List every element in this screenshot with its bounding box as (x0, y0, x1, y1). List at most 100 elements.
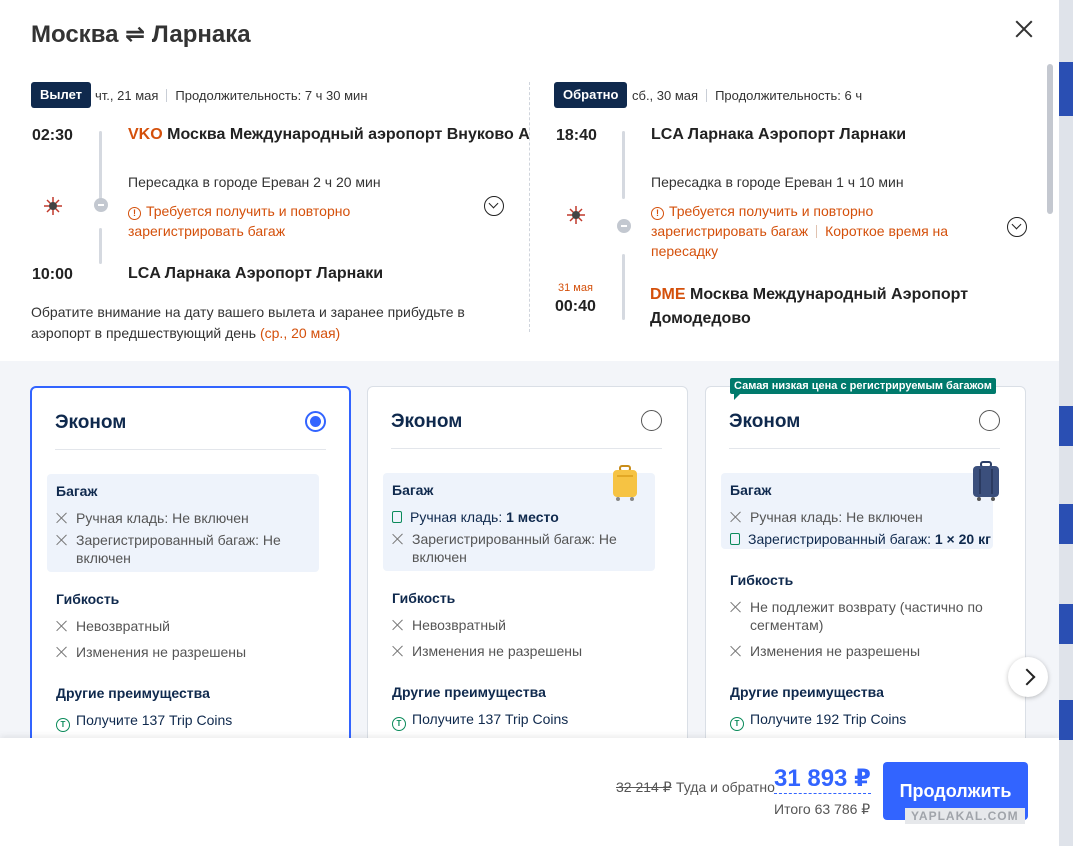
fare-name: Эконом (391, 411, 463, 432)
hand-luggage: Ручная кладь: Не включен (56, 509, 249, 527)
scrollbar[interactable] (1047, 64, 1053, 214)
warning-icon: ! (651, 207, 664, 220)
cross-icon (730, 511, 742, 523)
return-date: сб., 30 мая (632, 88, 699, 103)
outbound-warning: ! Требуется получить и повторно зарегистр… (128, 203, 351, 239)
coin-icon: T (392, 717, 406, 731)
outbound-transfer: Пересадка в городе Ереван 2 ч 20 мин (128, 174, 381, 190)
next-fares-button[interactable] (1008, 657, 1048, 697)
expand-segment-icon[interactable] (484, 196, 504, 216)
return-duration: Продолжительность: 6 ч (715, 88, 863, 103)
return-warning: ! Требуется получить и повторно зарегистр… (651, 203, 949, 259)
benefits-title: Другие преимущества (730, 684, 884, 700)
modal-title: Москва ⇌ Ларнака (31, 21, 251, 48)
checked-baggage: Зарегистрированный багаж: 1 × 20 кг (730, 530, 991, 548)
background-tab (1059, 504, 1073, 544)
return-dep-time: 18:40 (556, 127, 597, 144)
fare-radio[interactable] (979, 410, 1000, 431)
outbound-tag: Вылет (31, 82, 92, 108)
route-line (99, 228, 102, 264)
baggage-title: Багаж (730, 482, 772, 498)
fare-name: Эконом (729, 411, 801, 432)
close-icon[interactable] (1011, 16, 1037, 42)
checked-baggage: Зарегистрированный багаж: Не включен (392, 530, 617, 566)
hand-luggage: Ручная кладь: Не включен (730, 508, 923, 526)
flight-details-modal: Москва ⇌ Ларнака Вылет чт., 21 мая Продол… (0, 0, 1059, 846)
outbound-meta: чт., 21 мая Продолжительность: 7 ч 30 мин (95, 88, 368, 103)
bag-icon (730, 533, 740, 545)
price[interactable]: 31 893 ₽ (774, 765, 871, 794)
divider (529, 82, 530, 332)
divider (729, 448, 1000, 449)
bag-icon (392, 511, 402, 523)
return-arr-date: 31 мая (558, 282, 593, 294)
change-policy: Изменения не разрешены (392, 642, 582, 660)
checked-suitcase-icon (973, 461, 999, 501)
flexibility-title: Гибкость (730, 572, 794, 588)
outbound-dep-code: VKO (128, 126, 163, 143)
fare-name: Эконом (55, 412, 127, 433)
background-tab (1059, 700, 1073, 740)
fare-card-3[interactable]: Эконом Багаж Ручная кладь: Не включен За… (705, 386, 1026, 766)
expand-segment-icon[interactable] (1007, 217, 1027, 237)
stop-icon (617, 219, 631, 233)
old-price: 32 214 ₽ (616, 779, 672, 795)
trip-coins: T Получите 137 Trip Coins (392, 710, 568, 731)
benefits-title: Другие преимущества (56, 685, 210, 701)
change-policy: Изменения не разрешены (56, 643, 246, 661)
refund-policy: Невозвратный (392, 616, 506, 634)
cross-icon (56, 620, 68, 632)
outbound-dep-airport: Москва Международный аэропорт Внуково А (167, 126, 530, 143)
return-arr-time: 00:40 (555, 298, 596, 315)
cross-icon (392, 533, 404, 545)
checked-baggage: Зарегистрированный багаж: Не включен (56, 531, 281, 567)
return-meta: сб., 30 мая Продолжительность: 6 ч (632, 88, 862, 103)
total-price: Итого 63 786 ₽ (774, 801, 871, 817)
lowest-price-badge: Самая низкая цена с регистрируемым багаж… (730, 378, 996, 400)
coin-icon: T (730, 717, 744, 731)
return-arr-code: DME (650, 286, 686, 303)
divider (391, 448, 662, 449)
warning-icon: ! (128, 207, 141, 220)
flexibility-title: Гибкость (56, 591, 120, 607)
fare-radio[interactable] (641, 410, 662, 431)
trip-coins: T Получите 137 Trip Coins (56, 711, 232, 732)
watermark: YAPLAKAL.COM (905, 808, 1025, 824)
cross-icon (56, 534, 68, 546)
route-line (622, 254, 625, 320)
divider (55, 449, 326, 450)
outbound-dep-place: VKO Москва Международный аэропорт Внуков… (128, 123, 530, 147)
fare-card-1[interactable]: Эконом Багаж Ручная кладь: Не включен За… (30, 386, 351, 766)
outbound-arr-time: 10:00 (32, 266, 73, 283)
refund-policy: Не подлежит возврату (частично по сегмент… (730, 598, 983, 634)
fare-card-2[interactable]: Эконом Багаж Ручная кладь: 1 место Зарег… (367, 386, 688, 766)
cross-icon (56, 512, 68, 524)
trip-coins: T Получите 192 Trip Coins (730, 710, 906, 731)
return-transfer: Пересадка в городе Ереван 1 ч 10 мин (651, 174, 904, 190)
change-policy: Изменения не разрешены (730, 642, 920, 660)
coin-icon: T (56, 718, 70, 732)
notice-date: (ср., 20 мая) (259, 325, 341, 341)
outbound-arr-airport: LCA Ларнака Аэропорт Ларнаки (128, 265, 384, 282)
hand-luggage: Ручная кладь: 1 место (392, 508, 559, 526)
refund-policy: Невозвратный (56, 617, 170, 635)
return-arr-place: DME Москва Международный Аэропорт Домоде… (650, 286, 969, 327)
cross-icon (392, 619, 404, 631)
fare-radio[interactable] (305, 411, 326, 432)
return-tag: Обратно (554, 82, 628, 108)
stop-icon (94, 198, 108, 212)
outbound-duration: Продолжительность: 7 ч 30 мин (175, 88, 368, 103)
outbound-date: чт., 21 мая (95, 88, 159, 103)
background-tab (1059, 62, 1073, 116)
benefits-title: Другие преимущества (392, 684, 546, 700)
airline-logo-icon (44, 197, 62, 215)
cross-icon (730, 601, 742, 613)
flexibility-title: Гибкость (392, 590, 456, 606)
route-line (99, 131, 102, 199)
price-footer: 32 214 ₽ Туда и обратно 31 893 ₽ Итого 6… (0, 738, 1059, 846)
carry-on-suitcase-icon (613, 465, 637, 501)
round-trip-label: Туда и обратно (676, 779, 775, 795)
baggage-title: Багаж (392, 482, 434, 498)
background-tab (1059, 604, 1073, 644)
background-tab (1059, 406, 1073, 446)
